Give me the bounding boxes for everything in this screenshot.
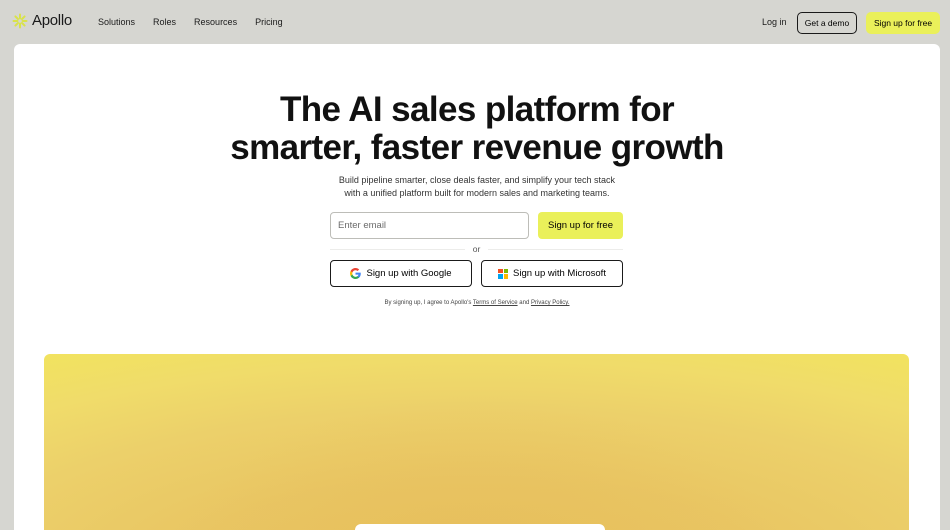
get-demo-button[interactable]: Get a demo: [797, 12, 857, 34]
terms-and: and: [519, 300, 530, 306]
hero-subtitle-line1: Build pipeline smarter, close deals fast…: [338, 175, 616, 185]
google-signup-label: Sign up with Google: [366, 268, 452, 279]
hero-title-line1: The AI sales platform for: [279, 90, 675, 129]
microsoft-signup-label: Sign up with Microsoft: [513, 268, 606, 279]
terms-notice: By signing up, I agree to Apollo's Terms…: [14, 300, 940, 306]
nav-signup-button[interactable]: Sign up for free: [866, 12, 940, 34]
hero-visual-banner: [44, 354, 909, 530]
hero-signup-button[interactable]: Sign up for free: [538, 212, 623, 239]
microsoft-logo-icon: [498, 268, 509, 279]
terms-prefix: By signing up, I agree to Apollo's: [384, 300, 472, 306]
nav-link-roles[interactable]: Roles: [153, 17, 176, 27]
nav-link-solutions[interactable]: Solutions: [98, 17, 135, 27]
google-signup-button[interactable]: Sign up with Google: [330, 260, 472, 287]
google-g-icon: [350, 268, 362, 279]
hero-title-line2: smarter, faster revenue growth: [230, 128, 724, 167]
or-text: or: [472, 244, 481, 254]
divider-line-right: [488, 248, 623, 250]
apollo-sparkle-icon: [12, 13, 28, 28]
logo-wordmark: Apollo: [32, 12, 72, 29]
hero-subtitle-line2: with a unified platform built for modern…: [344, 187, 610, 198]
login-link[interactable]: Log in: [762, 17, 787, 27]
or-divider: or: [330, 243, 623, 255]
divider-line-left: [330, 248, 465, 250]
microsoft-signup-button[interactable]: Sign up with Microsoft: [481, 260, 623, 287]
main-content: The AI sales platform for smarter, faste…: [14, 44, 940, 530]
terms-of-service-link[interactable]: Terms of Service: [473, 300, 518, 306]
banner-preview-card: [355, 524, 605, 530]
top-navbar: Apollo Solutions Roles Resources Pricing…: [0, 0, 950, 44]
nav-link-resources[interactable]: Resources: [194, 17, 237, 27]
banner-glow: [44, 354, 909, 530]
apollo-logo[interactable]: Apollo: [12, 12, 72, 29]
email-input[interactable]: [330, 212, 529, 239]
privacy-policy-link[interactable]: Privacy Policy.: [531, 300, 570, 306]
nav-link-pricing[interactable]: Pricing: [255, 17, 283, 27]
nav-links: Solutions Roles Resources Pricing: [98, 17, 283, 27]
hero-title: The AI sales platform for smarter, faste…: [14, 91, 940, 167]
hero-subtitle: Build pipeline smarter, close deals fast…: [14, 174, 940, 199]
